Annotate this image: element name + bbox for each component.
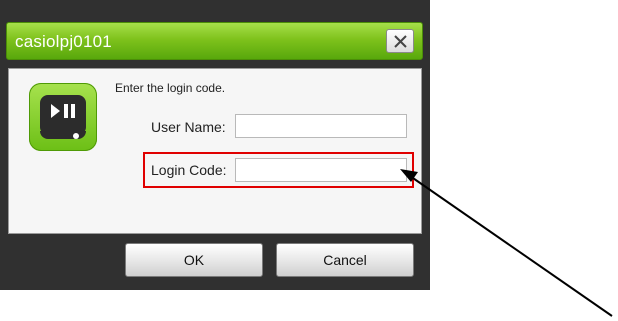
annotation-arrow bbox=[400, 169, 613, 317]
